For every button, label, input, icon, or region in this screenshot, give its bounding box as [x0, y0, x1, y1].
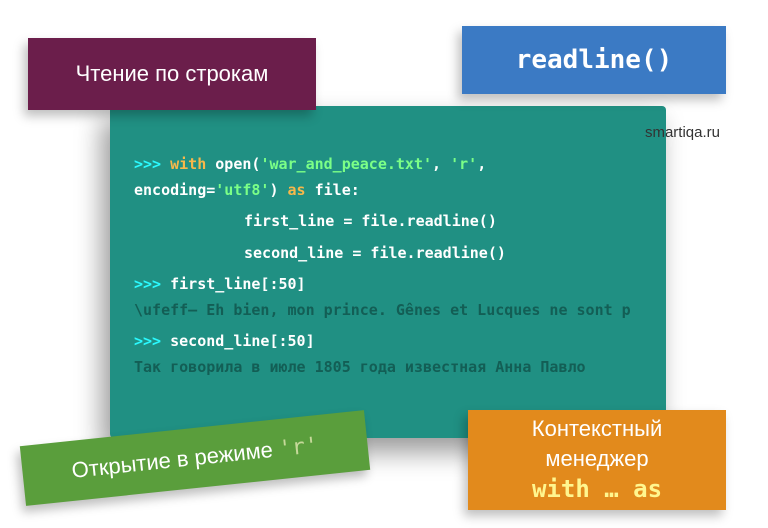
code-line-7: >>> second_line[:50] [134, 329, 642, 355]
kw-as: as [288, 181, 306, 199]
str-mode: 'r' [450, 155, 477, 173]
comma: , [432, 155, 450, 173]
code-line-4: second_line = file.readline() [134, 241, 642, 267]
str-file: 'war_and_peace.txt' [260, 155, 432, 173]
prompt: >>> [134, 275, 170, 293]
close-paren: ) [269, 181, 287, 199]
kw-with: with [170, 155, 206, 173]
str-enc: 'utf8' [215, 181, 269, 199]
comma2: , [477, 155, 486, 173]
code-line-1: >>> with open('war_and_peace.txt', 'r', [134, 152, 642, 178]
output-2: Так говорила в июле 1805 года известная … [134, 355, 642, 381]
title-readline: readline() [462, 26, 726, 94]
readline-text: readline() [516, 45, 673, 75]
as-var: file: [306, 181, 360, 199]
prompt: >>> [134, 332, 170, 350]
attribution: smartiqa.ru [645, 124, 720, 141]
enc-kw: encoding= [134, 181, 215, 199]
code-line-3: first_line = file.readline() [134, 209, 642, 235]
title-text: Чтение по строкам [76, 61, 269, 87]
prompt: >>> [134, 155, 170, 173]
ctx-line1: Контекстный [532, 414, 662, 444]
attribution-text: smartiqa.ru [645, 124, 720, 141]
ctx-line2: менеджер [545, 444, 648, 474]
label-context-manager: Контекстный менеджер with … as [468, 410, 726, 510]
title-reading-by-lines: Чтение по строкам [28, 38, 316, 110]
ctx-line3: with … as [532, 473, 662, 505]
code-line-2: encoding='utf8') as file: [134, 178, 642, 204]
mode-r: 'r' [277, 433, 319, 462]
output-1: \ufeff— Eh bien, mon prince. Gênes et Lu… [134, 298, 642, 324]
code-block: >>> with open('war_and_peace.txt', 'r', … [110, 106, 666, 438]
open-mode-text: Открытие в режиме [70, 437, 274, 484]
expr: second_line[:50] [170, 332, 315, 350]
code-line-5: >>> first_line[:50] [134, 272, 642, 298]
fn-open: open( [206, 155, 260, 173]
expr: first_line[:50] [170, 275, 305, 293]
